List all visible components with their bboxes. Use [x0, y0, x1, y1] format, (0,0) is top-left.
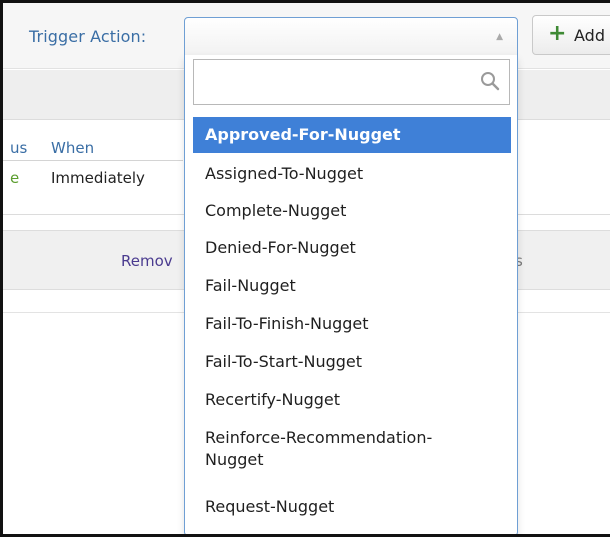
- dropdown-option-fail-to-start-nugget[interactable]: Fail-To-Start-Nugget: [193, 347, 511, 377]
- dropdown-option-complete-nugget[interactable]: Complete-Nugget: [193, 196, 511, 226]
- trigger-action-label: Trigger Action:: [29, 27, 147, 46]
- header-divider: [3, 160, 183, 161]
- dropdown-option-approved-for-nugget[interactable]: Approved-For-Nugget: [193, 117, 511, 153]
- status-cell: e: [10, 169, 20, 187]
- when-cell: Immediately: [51, 169, 145, 187]
- dropdown-option-assigned-to-nugget[interactable]: Assigned-To-Nugget: [193, 159, 511, 189]
- plus-icon: +: [548, 21, 567, 46]
- remove-link[interactable]: Remov: [121, 252, 173, 270]
- trigger-action-select[interactable]: ▲: [184, 17, 518, 56]
- status-column-header: us: [10, 139, 28, 157]
- add-button[interactable]: + Add: [532, 15, 610, 55]
- trigger-action-dropdown: Approved-For-Nugget Assigned-To-Nugget C…: [184, 55, 518, 534]
- dropdown-option-fail-nugget[interactable]: Fail-Nugget: [193, 271, 511, 301]
- dropdown-option-denied-for-nugget[interactable]: Denied-For-Nugget: [193, 233, 511, 263]
- dropdown-option-request-nugget[interactable]: Request-Nugget: [193, 492, 511, 522]
- dropdown-option-reinforce-recommendation-nugget[interactable]: Reinforce-Recommendation-Nugget: [193, 423, 511, 481]
- dropdown-search-input[interactable]: [193, 59, 510, 105]
- when-column-header: When: [51, 139, 95, 157]
- page-frame: Trigger Action: + Add us When e Immediat…: [0, 0, 610, 537]
- dropdown-option-recertify-nugget[interactable]: Recertify-Nugget: [193, 385, 511, 415]
- dropdown-option-fail-to-finish-nugget[interactable]: Fail-To-Finish-Nugget: [193, 309, 511, 339]
- triangle-up-icon[interactable]: ▲: [496, 32, 503, 42]
- magnifier-icon: [481, 72, 500, 91]
- add-button-label: Add: [574, 26, 605, 45]
